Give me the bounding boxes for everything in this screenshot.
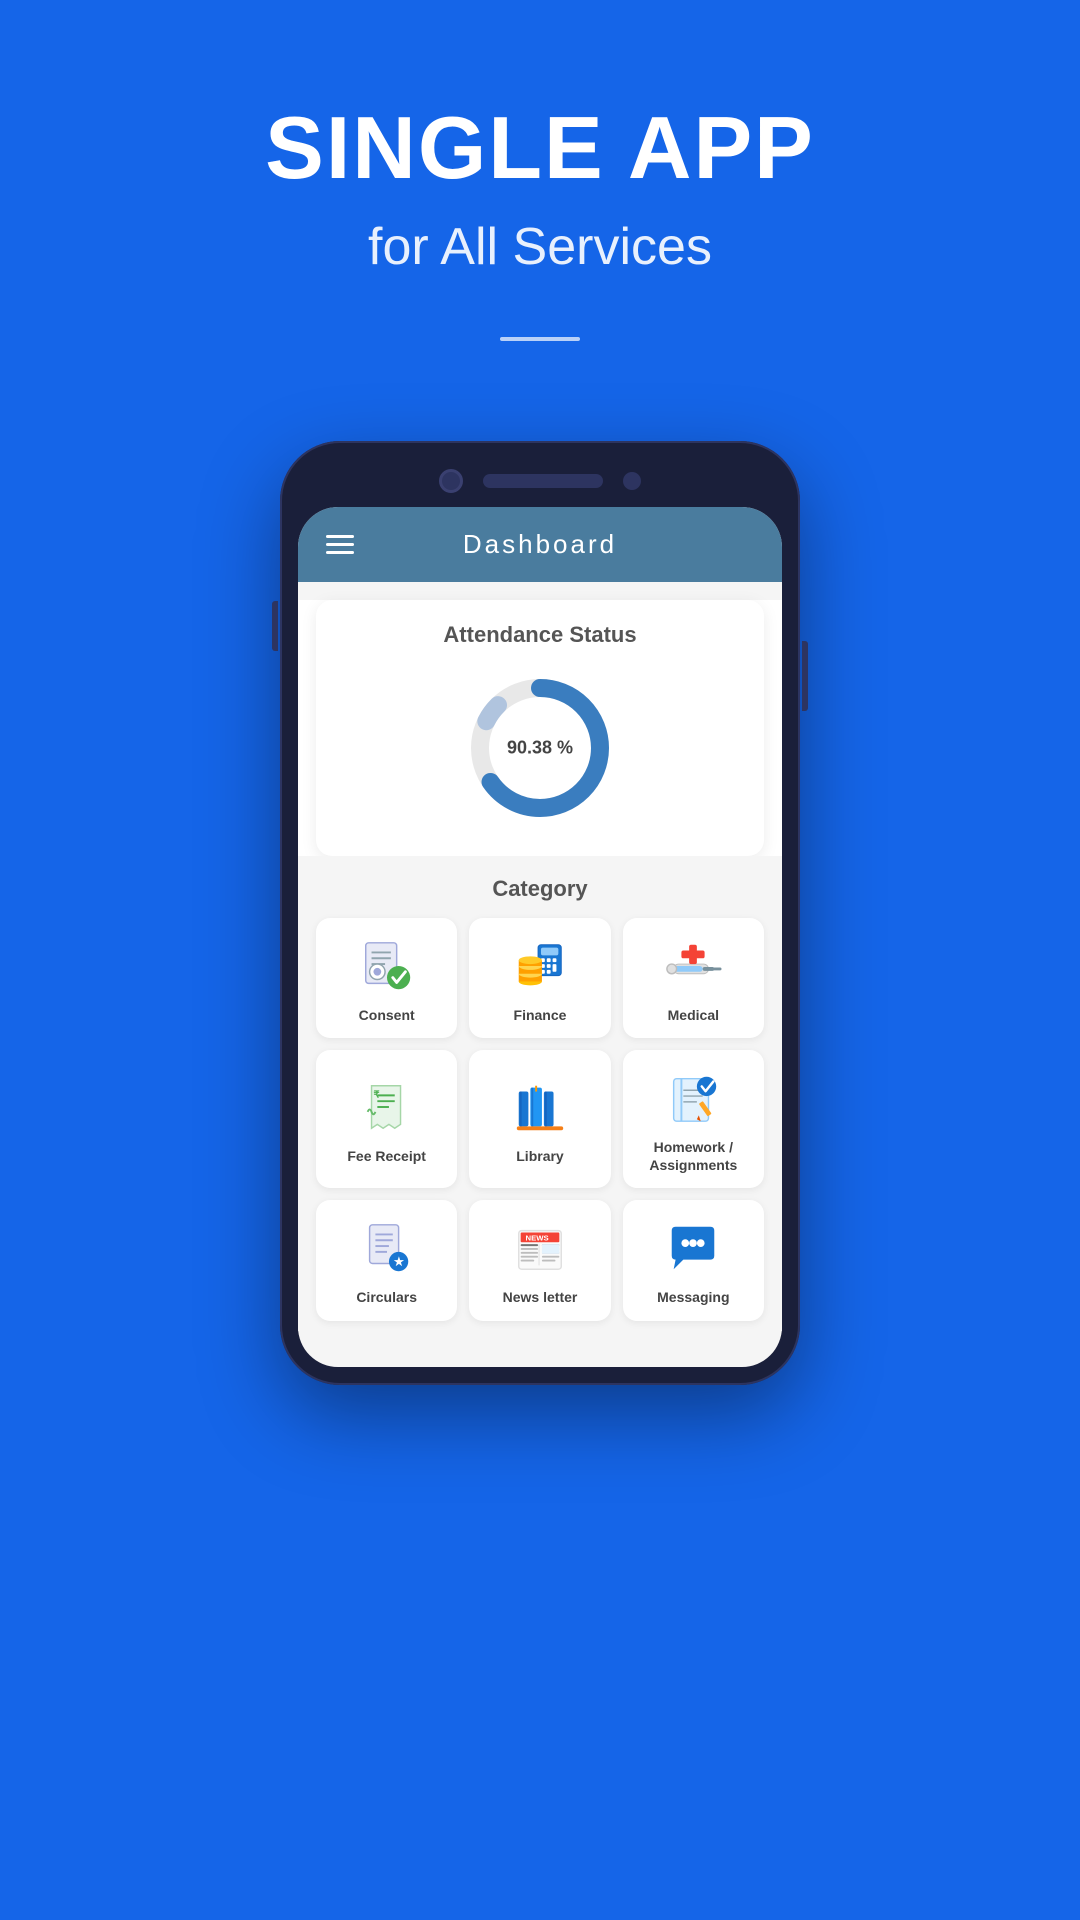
category-item-circulars[interactable]: ★ Circulars (316, 1200, 457, 1320)
category-title: Category (316, 876, 764, 902)
library-icon (510, 1077, 570, 1137)
menu-line-2 (326, 543, 354, 546)
sensor (623, 472, 641, 490)
category-item-messaging[interactable]: Messaging (623, 1200, 764, 1320)
hero-title: SINGLE APP (265, 100, 815, 197)
screen-content: Attendance Status 9 (298, 600, 782, 1331)
attendance-percentage: 90.38 % (507, 737, 573, 758)
finance-label: Finance (514, 1006, 567, 1024)
speaker (483, 474, 603, 488)
dashboard-header: Dashboard (298, 507, 782, 582)
category-section: Category (298, 856, 782, 1331)
category-item-finance[interactable]: Finance (469, 918, 610, 1038)
hero-section: SINGLE APP for All Services (0, 0, 1080, 441)
menu-line-3 (326, 551, 354, 554)
side-button-right (802, 641, 808, 711)
svg-text:★: ★ (393, 1256, 404, 1269)
category-item-library[interactable]: Library (469, 1050, 610, 1188)
category-item-medical[interactable]: Medical (623, 918, 764, 1038)
attendance-card: Attendance Status 9 (316, 600, 764, 856)
circulars-label: Circulars (356, 1288, 417, 1306)
side-button-left (272, 601, 278, 651)
consent-icon (357, 936, 417, 996)
attendance-title: Attendance Status (443, 622, 636, 648)
library-label: Library (516, 1147, 563, 1165)
category-item-homework[interactable]: Homework / Assignments (623, 1050, 764, 1188)
medical-icon (663, 936, 723, 996)
messaging-label: Messaging (657, 1288, 729, 1306)
category-grid: Consent (316, 918, 764, 1321)
phone-mockup: Dashboard Attendance Status (280, 441, 800, 1385)
fee-receipt-label: Fee Receipt (347, 1147, 426, 1165)
attendance-donut-chart: 90.38 % (460, 668, 620, 828)
finance-icon (510, 936, 570, 996)
category-item-consent[interactable]: Consent (316, 918, 457, 1038)
phone-screen: Dashboard Attendance Status (298, 507, 782, 1367)
dashboard-title: Dashboard (463, 529, 617, 560)
menu-button[interactable] (326, 535, 354, 554)
fee-receipt-icon: ₹ (357, 1077, 417, 1137)
medical-label: Medical (668, 1006, 719, 1024)
phone-outer: Dashboard Attendance Status (280, 441, 800, 1385)
front-camera (439, 469, 463, 493)
hero-subtitle: for All Services (368, 217, 712, 277)
homework-label: Homework / Assignments (633, 1138, 754, 1174)
newsletter-icon: NEWS (510, 1218, 570, 1278)
hero-divider (500, 337, 580, 341)
messaging-icon (663, 1218, 723, 1278)
newsletter-label: News letter (503, 1288, 578, 1306)
category-item-newsletter[interactable]: NEWS (469, 1200, 610, 1320)
menu-line-1 (326, 535, 354, 538)
homework-icon (663, 1068, 723, 1128)
phone-notch (298, 459, 782, 507)
svg-text:NEWS: NEWS (525, 1234, 548, 1243)
svg-text:₹: ₹ (373, 1089, 380, 1100)
category-item-fee-receipt[interactable]: ₹ Fee Receipt (316, 1050, 457, 1188)
circulars-icon: ★ (357, 1218, 417, 1278)
consent-label: Consent (359, 1006, 415, 1024)
